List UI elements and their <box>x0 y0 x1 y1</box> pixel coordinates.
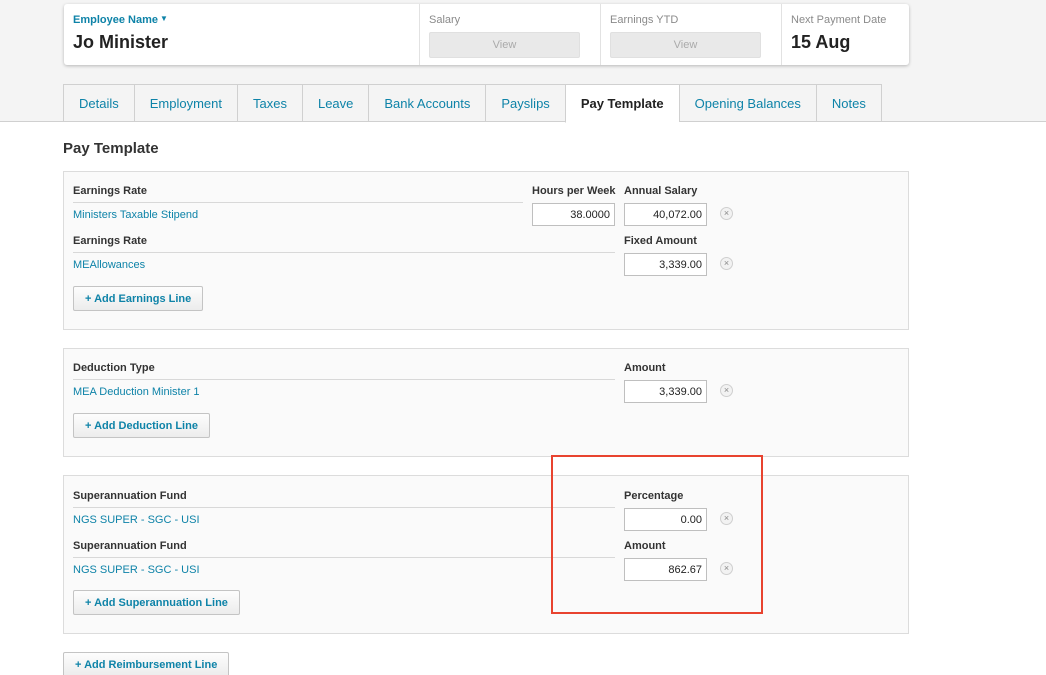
deduction-amount-header: Amount <box>624 362 666 374</box>
hours-per-week-input[interactable] <box>532 203 615 226</box>
tab-bank-accounts[interactable]: Bank Accounts <box>368 84 486 122</box>
superannuation-fund-link[interactable]: NGS SUPER - SGC - USI <box>73 514 200 526</box>
page-title: Pay Template <box>63 140 159 157</box>
deduction-row-divider <box>73 379 615 380</box>
earnings-ytd-view-button[interactable]: View <box>610 32 761 58</box>
tab-leave[interactable]: Leave <box>301 84 369 122</box>
annual-salary-header: Annual Salary <box>624 185 698 197</box>
next-payment-label: Next Payment Date <box>791 14 887 26</box>
annual-salary-input[interactable] <box>624 203 707 226</box>
tab-payslips[interactable]: Payslips <box>485 84 565 122</box>
tab-notes[interactable]: Notes <box>815 84 882 122</box>
add-superannuation-line-button[interactable]: + Add Superannuation Line <box>73 590 240 615</box>
earnings-ytd-cell: Earnings YTD View <box>601 4 782 65</box>
superannuation-row-divider <box>73 507 615 508</box>
fixed-amount-input[interactable] <box>624 253 707 276</box>
deductions-section: Deduction Type Amount MEA Deduction Mini… <box>63 348 909 457</box>
next-payment-cell: Next Payment Date 15 Aug <box>782 4 909 65</box>
add-reimbursement-line-button[interactable]: + Add Reimbursement Line <box>63 652 230 675</box>
employee-name-label: Employee Name <box>73 14 158 26</box>
earnings-item-link[interactable]: Ministers Taxable Stipend <box>73 209 198 221</box>
salary-view-button[interactable]: View <box>429 32 580 58</box>
deduction-type-header: Deduction Type <box>73 362 155 374</box>
annotation-highlight-box <box>551 455 763 614</box>
tab-opening-balances[interactable]: Opening Balances <box>678 84 816 122</box>
tab-details[interactable]: Details <box>63 84 134 122</box>
superannuation-fund-link[interactable]: NGS SUPER - SGC - USI <box>73 564 200 576</box>
earnings-rate-header: Earnings Rate <box>73 235 147 247</box>
deduction-item-link[interactable]: MEA Deduction Minister 1 <box>73 386 200 398</box>
employee-summary-card: Employee Name ▼ Jo Minister Salary View E… <box>64 4 909 65</box>
earnings-ytd-label: Earnings YTD <box>610 14 679 26</box>
employee-name-dropdown[interactable]: Employee Name ▼ <box>73 14 410 26</box>
employee-name-cell: Employee Name ▼ Jo Minister <box>64 4 420 65</box>
salary-cell: Salary View <box>420 4 601 65</box>
remove-icon[interactable]: × <box>720 257 733 270</box>
tab-pay-template[interactable]: Pay Template <box>564 84 679 123</box>
fixed-amount-header: Fixed Amount <box>624 235 697 247</box>
superannuation-row-divider <box>73 557 615 558</box>
deduction-amount-input[interactable] <box>624 380 707 403</box>
superannuation-fund-header: Superannuation Fund <box>73 490 187 502</box>
add-deduction-line-button[interactable]: + Add Deduction Line <box>73 413 210 438</box>
earnings-row-divider <box>73 202 523 203</box>
earnings-item-link[interactable]: MEAllowances <box>73 259 145 271</box>
next-payment-date: 15 Aug <box>791 32 851 52</box>
remove-icon[interactable]: × <box>720 384 733 397</box>
remove-icon[interactable]: × <box>720 207 733 220</box>
earnings-section: Earnings Rate Hours per Week Annual Sala… <box>63 171 909 330</box>
hours-per-week-header: Hours per Week <box>532 185 616 197</box>
salary-label: Salary <box>429 14 461 26</box>
earnings-rate-header: Earnings Rate <box>73 185 147 197</box>
tab-taxes[interactable]: Taxes <box>237 84 302 122</box>
caret-down-icon: ▼ <box>159 14 168 23</box>
add-earnings-line-button[interactable]: + Add Earnings Line <box>73 286 204 311</box>
employee-tabs: Details Employment Taxes Leave Bank Acco… <box>63 84 882 123</box>
employee-name: Jo Minister <box>73 32 169 52</box>
earnings-row-divider <box>73 252 615 253</box>
superannuation-fund-header: Superannuation Fund <box>73 540 187 552</box>
superannuation-section: Superannuation Fund Percentage NGS SUPER… <box>63 475 909 634</box>
tab-employment[interactable]: Employment <box>133 84 237 122</box>
